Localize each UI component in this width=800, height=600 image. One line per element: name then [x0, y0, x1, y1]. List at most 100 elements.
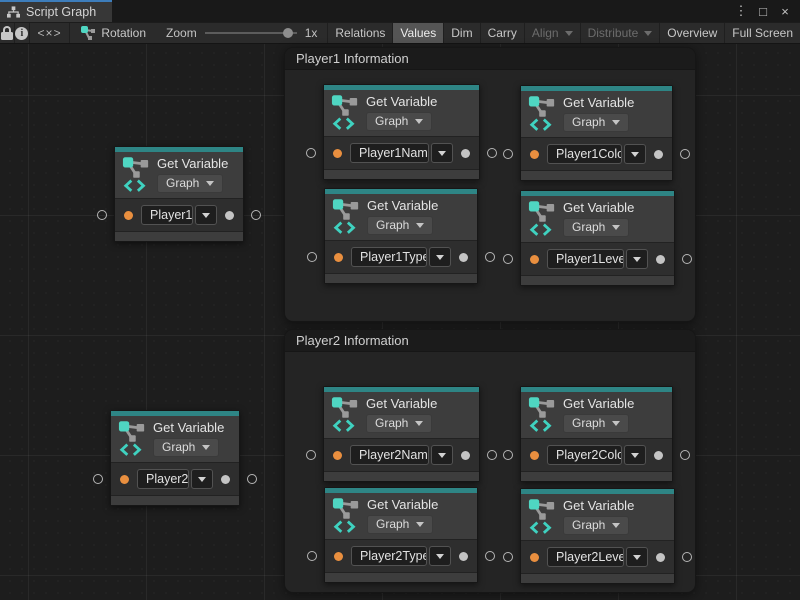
node-header[interactable]: Get Variable Graph — [111, 416, 239, 462]
variable-name-dropdown[interactable]: Player2 — [137, 469, 213, 489]
get-variable-node[interactable]: Get Variable Graph Player2Level — [520, 488, 675, 584]
variable-name-dropdown[interactable]: Player1Color — [547, 144, 646, 164]
variable-name-port[interactable] — [334, 552, 343, 561]
node-header[interactable]: Get Variable Graph — [324, 392, 479, 438]
node-group-header[interactable]: Player2 Information — [285, 330, 695, 352]
get-variable-node[interactable]: Get Variable Graph Player1 — [114, 146, 244, 242]
get-variable-node[interactable]: Get Variable Graph Player2Type — [324, 487, 478, 583]
variable-name-port[interactable] — [530, 150, 539, 159]
output-connection-port[interactable] — [682, 552, 692, 562]
variable-scope-dropdown[interactable]: Graph — [366, 112, 432, 131]
variable-name-dropdown-arrow[interactable] — [624, 144, 646, 164]
node-header[interactable]: Get Variable Graph — [521, 494, 674, 540]
value-output-port[interactable] — [459, 253, 468, 262]
output-connection-port[interactable] — [251, 210, 261, 220]
node-group-header[interactable]: Player1 Information — [285, 48, 695, 70]
tab-script-graph[interactable]: Script Graph — [0, 0, 112, 22]
lock-button[interactable] — [0, 23, 15, 43]
toolbar-button[interactable]: Full Screen — [724, 23, 800, 43]
toolbar-button[interactable]: Dim — [443, 23, 479, 43]
variable-scope-dropdown[interactable]: Graph — [563, 113, 629, 132]
input-connection-port[interactable] — [93, 474, 103, 484]
value-output-port[interactable] — [654, 451, 663, 460]
variable-name-dropdown[interactable]: Player1Name — [350, 143, 453, 163]
variable-name-dropdown-arrow[interactable] — [431, 445, 453, 465]
variable-scope-dropdown[interactable]: Graph — [563, 218, 629, 237]
variable-name-dropdown[interactable]: Player1Level — [547, 249, 648, 269]
value-output-port[interactable] — [221, 475, 230, 484]
node-header[interactable]: Get Variable Graph — [325, 493, 477, 539]
node-header[interactable]: Get Variable Graph — [325, 194, 477, 240]
variable-name-dropdown-arrow[interactable] — [626, 249, 648, 269]
value-output-port[interactable] — [461, 149, 470, 158]
node-header[interactable]: Get Variable Graph — [521, 392, 672, 438]
variable-name-port[interactable] — [333, 451, 342, 460]
output-connection-port[interactable] — [487, 148, 497, 158]
variable-name-dropdown[interactable]: Player2Level — [547, 547, 648, 567]
node-header[interactable]: Get Variable Graph — [324, 90, 479, 136]
variable-name-port[interactable] — [124, 211, 133, 220]
variable-scope-dropdown[interactable]: Graph — [153, 438, 219, 457]
variable-name-dropdown[interactable]: Player1 — [141, 205, 217, 225]
variable-name-dropdown-arrow[interactable] — [431, 143, 453, 163]
get-variable-node[interactable]: Get Variable Graph Player1Type — [324, 188, 478, 284]
output-connection-port[interactable] — [680, 450, 690, 460]
variable-name-dropdown-arrow[interactable] — [195, 205, 217, 225]
variable-name-dropdown[interactable]: Player2Color — [547, 445, 646, 465]
output-connection-port[interactable] — [487, 450, 497, 460]
output-connection-port[interactable] — [682, 254, 692, 264]
variable-scope-dropdown[interactable]: Graph — [366, 414, 432, 433]
variable-name-dropdown-arrow[interactable] — [429, 546, 451, 566]
node-header[interactable]: Get Variable Graph — [521, 196, 674, 242]
output-connection-port[interactable] — [485, 551, 495, 561]
input-connection-port[interactable] — [503, 450, 513, 460]
input-connection-port[interactable] — [307, 252, 317, 262]
get-variable-node[interactable]: Get Variable Graph Player1Name — [323, 84, 480, 180]
value-output-port[interactable] — [654, 150, 663, 159]
get-variable-node[interactable]: Get Variable Graph Player2Color — [520, 386, 673, 482]
variable-name-dropdown-arrow[interactable] — [624, 445, 646, 465]
get-variable-node[interactable]: Get Variable Graph Player2Name — [323, 386, 480, 482]
toolbar-button[interactable]: Values — [392, 23, 443, 43]
variable-name-port[interactable] — [333, 149, 342, 158]
variable-name-port[interactable] — [530, 255, 539, 264]
maximize-icon[interactable]: □ — [754, 4, 772, 19]
input-connection-port[interactable] — [97, 210, 107, 220]
toolbar-button[interactable]: Carry — [480, 23, 524, 43]
toolbar-button[interactable]: Relations — [327, 23, 392, 43]
variable-name-dropdown-arrow[interactable] — [626, 547, 648, 567]
variable-name-port[interactable] — [530, 553, 539, 562]
variable-scope-dropdown[interactable]: Graph — [367, 515, 433, 534]
toolbar-button[interactable]: Overview — [659, 23, 724, 43]
toolbar-button[interactable]: Distribute — [580, 23, 660, 43]
variable-name-port[interactable] — [334, 253, 343, 262]
value-output-port[interactable] — [225, 211, 234, 220]
input-connection-port[interactable] — [306, 148, 316, 158]
value-output-port[interactable] — [459, 552, 468, 561]
zoom-slider[interactable] — [205, 27, 297, 39]
value-output-port[interactable] — [656, 553, 665, 562]
variable-name-dropdown-arrow[interactable] — [429, 247, 451, 267]
variable-name-dropdown[interactable]: Player1Type — [351, 247, 451, 267]
get-variable-node[interactable]: Get Variable Graph Player2 — [110, 410, 240, 506]
graph-breadcrumb[interactable]: Rotation — [70, 23, 156, 43]
variable-name-dropdown[interactable]: Player2Type — [351, 546, 451, 566]
input-connection-port[interactable] — [503, 552, 513, 562]
variable-name-dropdown-arrow[interactable] — [191, 469, 213, 489]
value-output-port[interactable] — [461, 451, 470, 460]
close-icon[interactable]: × — [776, 4, 794, 19]
value-output-port[interactable] — [656, 255, 665, 264]
toolbar-button[interactable]: Align — [524, 23, 580, 43]
variable-name-port[interactable] — [530, 451, 539, 460]
input-connection-port[interactable] — [307, 551, 317, 561]
output-connection-port[interactable] — [485, 252, 495, 262]
graph-canvas[interactable]: Player1 Information Player2 Information — [0, 44, 800, 600]
variable-name-port[interactable] — [120, 475, 129, 484]
output-connection-port[interactable] — [247, 474, 257, 484]
variable-scope-dropdown[interactable]: Graph — [563, 516, 629, 535]
variable-scope-dropdown[interactable]: Graph — [157, 174, 223, 193]
get-variable-node[interactable]: Get Variable Graph Player1Level — [520, 190, 675, 286]
variable-scope-dropdown[interactable]: Graph — [367, 216, 433, 235]
zoom-slider-handle[interactable] — [283, 28, 293, 38]
node-header[interactable]: Get Variable Graph — [521, 91, 672, 137]
